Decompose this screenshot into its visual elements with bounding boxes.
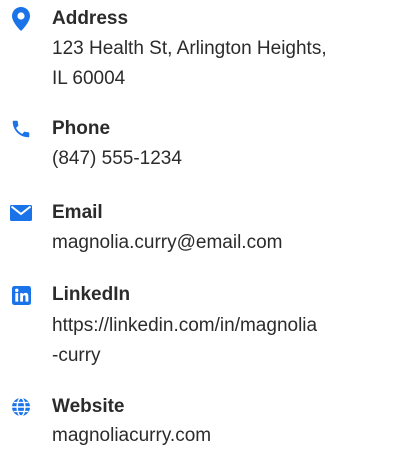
globe-icon: [8, 394, 34, 420]
linkedin-label: LinkedIn: [52, 284, 131, 305]
linkedin-icon: [8, 282, 34, 308]
address-line-2: IL 60004: [52, 68, 126, 89]
linkedin-line-1: https://linkedin.com/in/magnolia: [52, 315, 318, 336]
contact-list: Address 123 Health St, Arlington Heights…: [0, 0, 406, 451]
address-value: 123 Health St, Arlington Heights, IL 600…: [52, 34, 402, 94]
email-label: Email: [52, 202, 103, 223]
email-link[interactable]: magnolia.curry@email.com: [52, 228, 402, 258]
website-link[interactable]: magnoliacurry.com: [52, 421, 402, 451]
phone-link[interactable]: (847) 555-1234: [52, 144, 402, 174]
linkedin-link[interactable]: https://linkedin.com/in/magnolia -curry: [52, 311, 402, 371]
address-line-1: 123 Health St, Arlington Heights,: [52, 38, 327, 59]
envelope-icon: [8, 200, 34, 226]
map-pin-icon: [8, 6, 34, 32]
phone-icon: [8, 116, 34, 142]
website-label: Website: [52, 396, 125, 417]
address-label: Address: [52, 8, 129, 29]
phone-label: Phone: [52, 118, 111, 139]
linkedin-line-2: -curry: [52, 345, 101, 366]
